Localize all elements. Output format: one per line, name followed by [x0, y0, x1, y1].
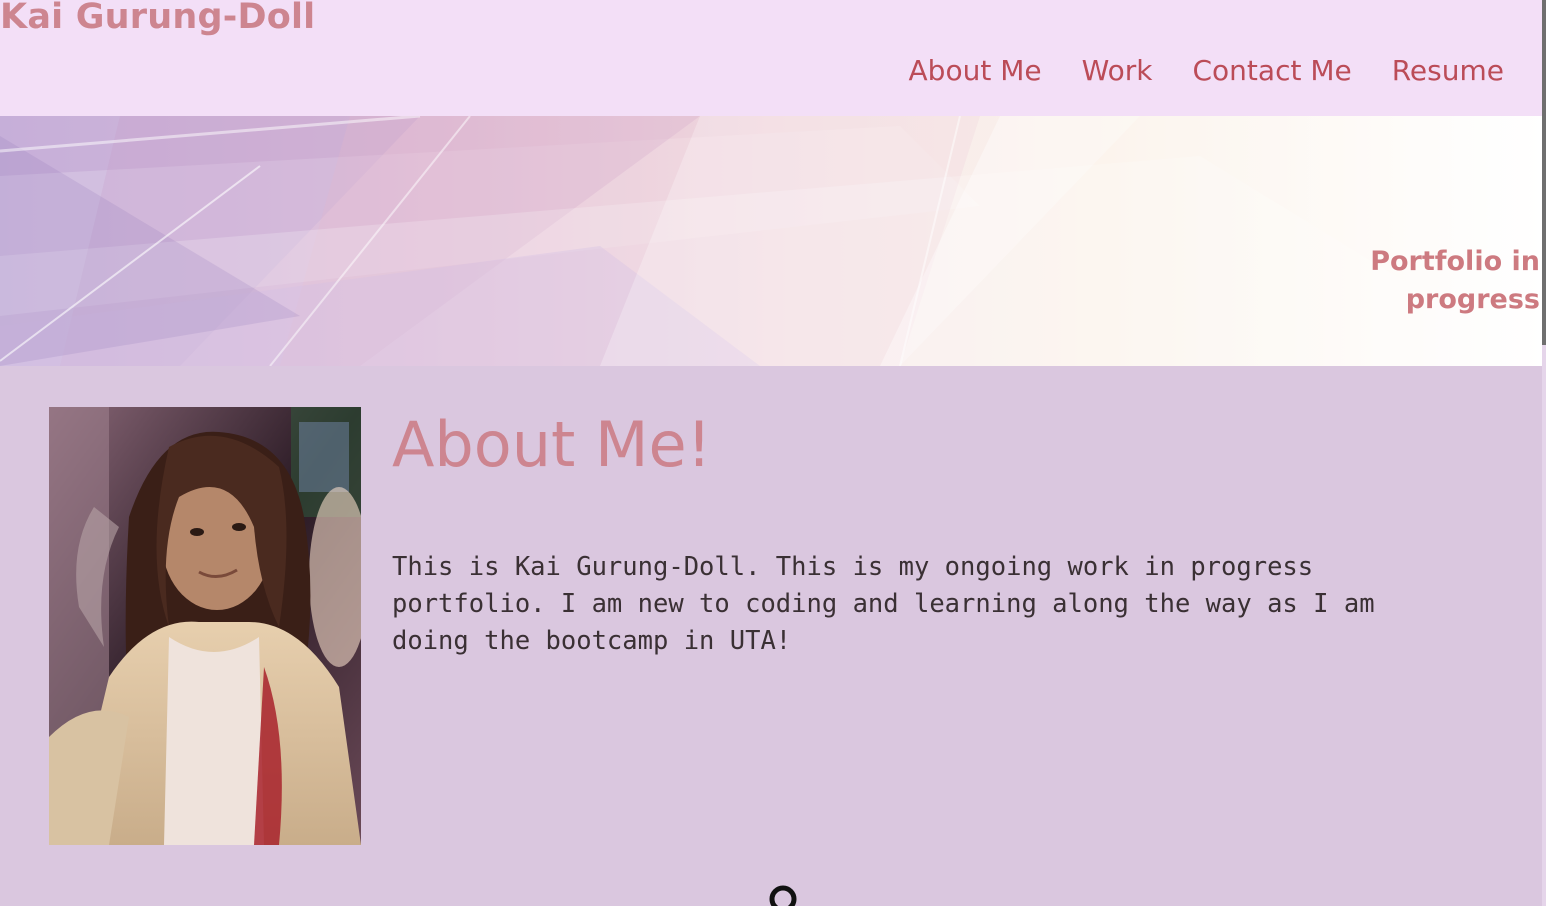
scrollbar-thumb[interactable]: [1542, 0, 1546, 345]
page: Kai Gurung-Doll About Me Work Contact Me…: [0, 0, 1546, 906]
about-paragraph: This is Kai Gurung-Doll. This is my ongo…: [392, 552, 1375, 656]
hero-banner: Portfolio in progress: [0, 116, 1542, 366]
location-pin-icon: [765, 883, 801, 906]
nav-link-about-me[interactable]: About Me: [909, 54, 1042, 88]
profile-photo: [49, 407, 361, 845]
banner-tagline: Portfolio in progress: [1370, 246, 1540, 315]
nav-link-resume[interactable]: Resume: [1392, 54, 1504, 88]
site-header: Kai Gurung-Doll About Me Work Contact Me…: [0, 0, 1542, 116]
nav-link-contact-me[interactable]: Contact Me: [1193, 54, 1352, 88]
nav-link-work[interactable]: Work: [1082, 54, 1153, 88]
site-title[interactable]: Kai Gurung-Doll: [0, 0, 315, 37]
banner-background-graphic: [0, 116, 1542, 366]
main-nav: About Me Work Contact Me Resume: [909, 54, 1504, 88]
page-scrollbar[interactable]: [1542, 0, 1546, 906]
about-heading: About Me!: [392, 408, 712, 481]
